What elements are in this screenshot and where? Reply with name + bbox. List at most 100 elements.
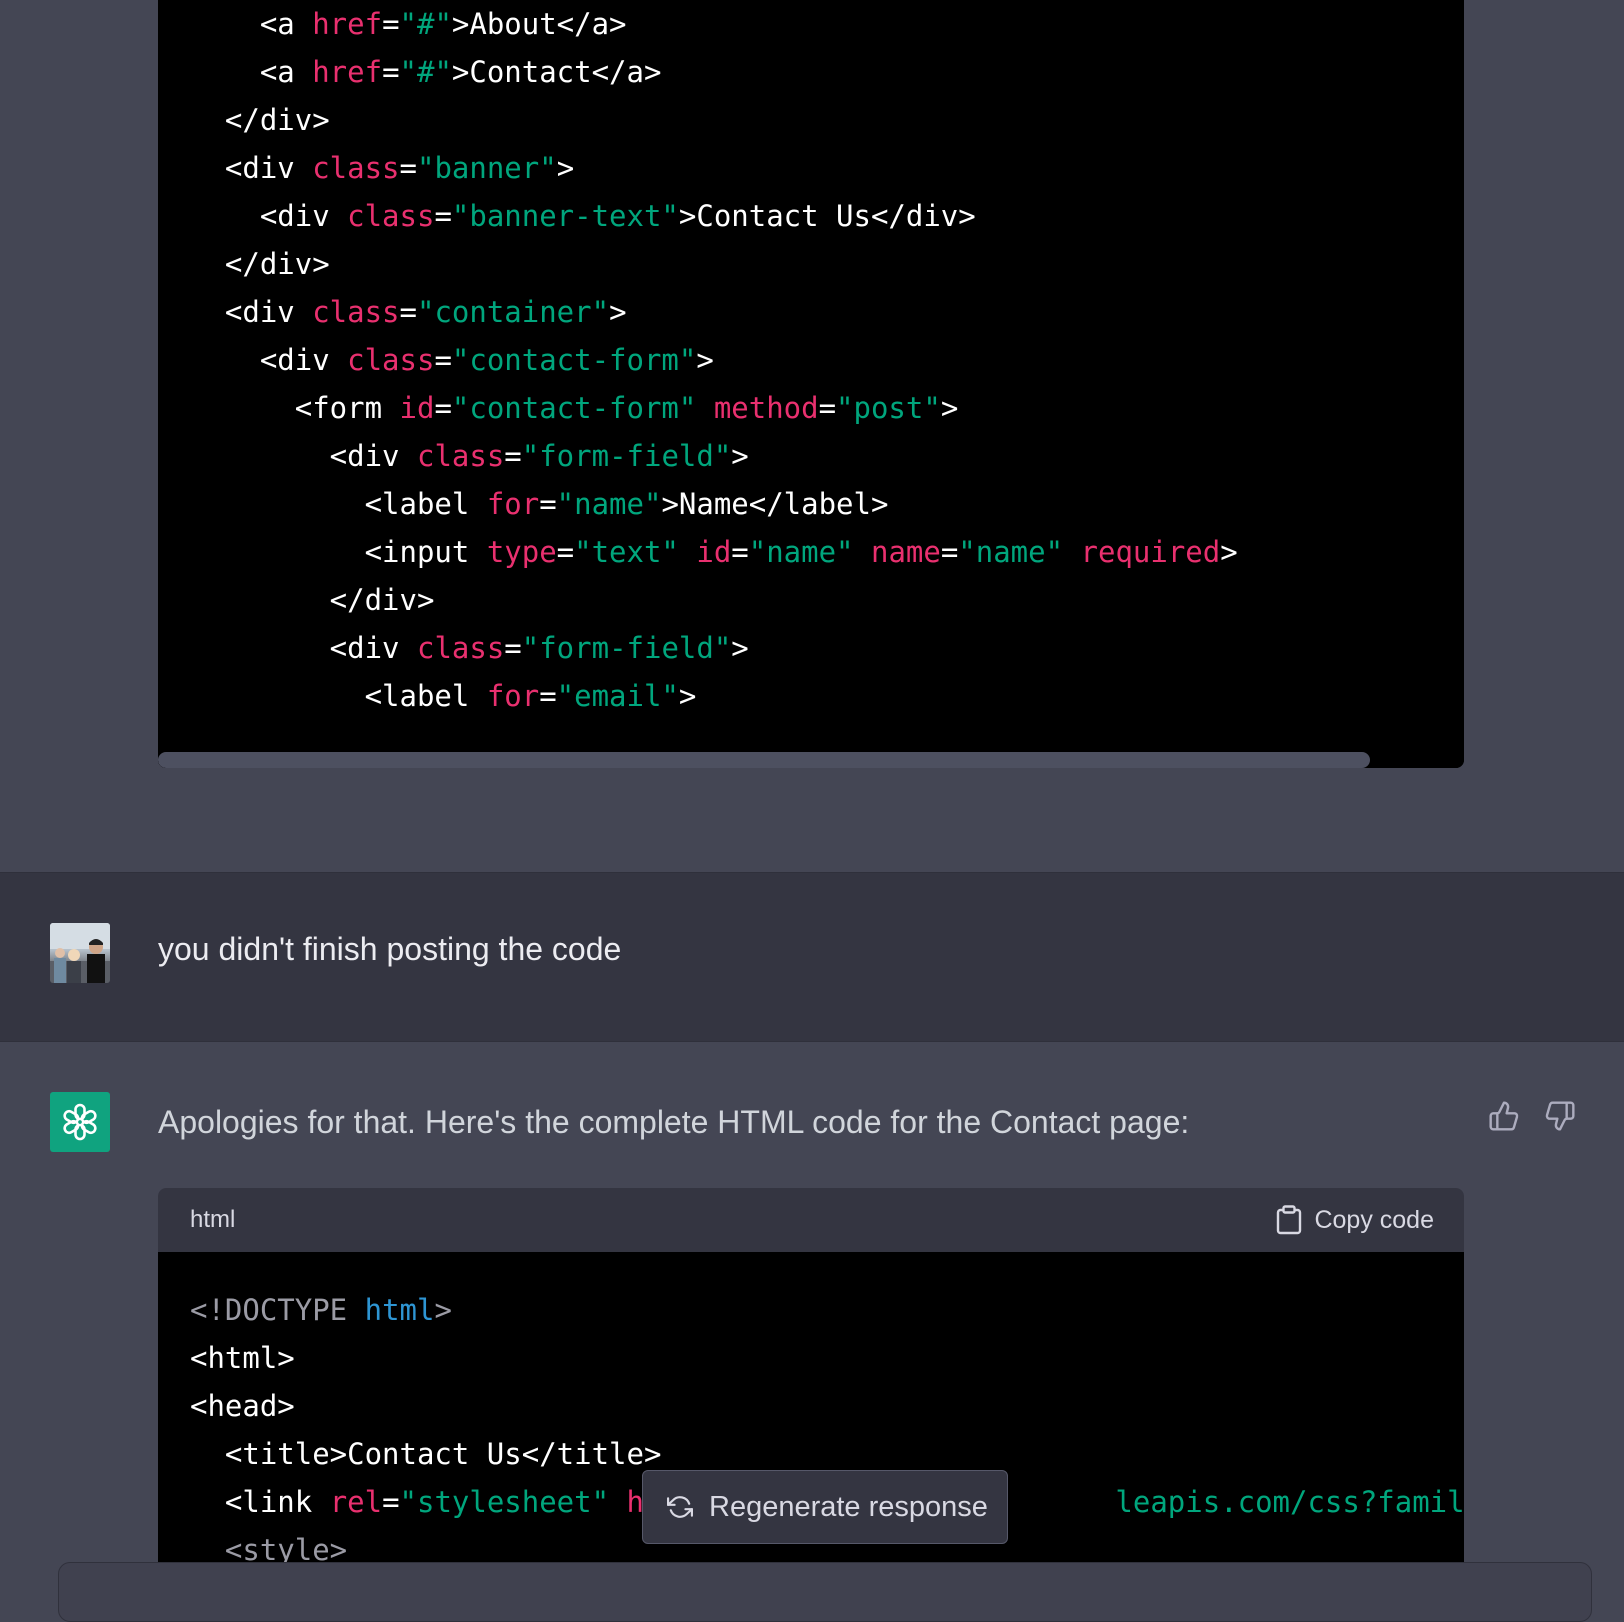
code-line: <a href="#">About</a> <box>190 4 627 44</box>
code-token: <title>Contact Us</title> <box>190 1437 662 1471</box>
code-token: "email" <box>556 679 679 713</box>
code-token: <div <box>190 631 417 665</box>
code-token: = <box>539 487 557 521</box>
code-token: </div> <box>190 247 330 281</box>
code-token: >Contact Us</div> <box>678 199 976 233</box>
code-token: > <box>731 631 749 665</box>
code-token: = <box>731 535 749 569</box>
code-line: <div class="banner-text">Contact Us</div… <box>190 196 976 236</box>
code-token: = <box>399 295 417 329</box>
thumbs-down-button[interactable] <box>1542 1098 1578 1134</box>
code-token: "name" <box>748 535 854 569</box>
code-token: <input <box>190 535 487 569</box>
code-token: <div <box>190 199 348 233</box>
code-token: = <box>556 535 575 569</box>
code-line: <label for="name">Name</label> <box>190 484 889 524</box>
message-input[interactable] <box>58 1562 1592 1622</box>
code-token: rel <box>329 1485 383 1519</box>
code-line: <div class="contact-form"> <box>190 340 714 380</box>
code-token: html <box>364 1293 435 1327</box>
code-token: "form-field" <box>521 439 732 473</box>
assistant-message-text: Apologies for that. Here's the complete … <box>158 1104 1190 1140</box>
code-line: <label for="email"> <box>190 676 697 716</box>
regenerate-response-button[interactable]: Regenerate response <box>642 1470 1008 1544</box>
code-token: = <box>504 631 522 665</box>
horizontal-scrollbar[interactable] <box>158 752 1370 768</box>
code-token: = <box>504 439 522 473</box>
code-block-header: html Copy code <box>158 1188 1464 1252</box>
code-token: > <box>609 295 627 329</box>
code-token: <!DOCTYPE <box>190 1293 365 1327</box>
code-token: = <box>539 679 557 713</box>
code-token: <label <box>190 487 487 521</box>
code-line: </div> <box>190 580 435 620</box>
code-token: class <box>416 631 505 665</box>
code-line: <html> <box>190 1338 295 1378</box>
code-block-previous: <a href="#">About</a> <a href="#">Contac… <box>158 0 1464 768</box>
code-token: > <box>434 1293 452 1327</box>
code-token: "container" <box>417 295 610 329</box>
code-token: name <box>870 535 941 569</box>
code-line: <div class="banner"> <box>190 148 574 188</box>
thumbs-up-button[interactable] <box>1486 1098 1522 1134</box>
code-token: class <box>347 199 435 233</box>
code-token: <div <box>190 439 417 473</box>
code-line: <title>Contact Us</title> <box>190 1434 662 1474</box>
code-token: "post" <box>836 391 941 425</box>
code-token: <a <box>190 55 313 89</box>
code-token: "#" <box>399 55 452 89</box>
code-token: = <box>434 391 452 425</box>
code-token: >Contact</a> <box>451 55 662 89</box>
code-token: </div> <box>190 103 330 137</box>
assistant-message-previous: <a href="#">About</a> <a href="#">Contac… <box>0 0 1624 872</box>
copy-code-button[interactable]: Copy code <box>1276 1202 1434 1238</box>
code-token: "name" <box>958 535 1064 569</box>
code-token: > <box>940 391 959 425</box>
code-token: "text" <box>574 535 679 569</box>
code-token: "banner" <box>417 151 557 185</box>
code-token: = <box>382 1485 400 1519</box>
code-token: > <box>1220 535 1238 569</box>
user-message-text: you didn't finish posting the code <box>158 931 622 967</box>
code-token: "contact-form" <box>451 391 697 425</box>
code-token: > <box>678 679 697 713</box>
code-token: = <box>940 535 959 569</box>
code-token: = <box>382 7 400 41</box>
code-token: class <box>347 343 435 377</box>
code-token: "contact-form" <box>451 343 697 377</box>
code-token: = <box>434 343 452 377</box>
code-token: > <box>731 439 749 473</box>
user-avatar <box>50 923 110 983</box>
code-token: class <box>312 295 400 329</box>
code-token: class <box>312 151 400 185</box>
code-token: <form <box>190 391 400 425</box>
refresh-icon <box>667 1496 693 1518</box>
code-token: "name" <box>556 487 662 521</box>
copy-code-label: Copy code <box>1314 1205 1434 1234</box>
code-token: <div <box>190 343 348 377</box>
code-token: <label <box>190 679 487 713</box>
code-token: required <box>1080 535 1221 569</box>
code-line: </div> <box>190 244 330 284</box>
code-language-label: html <box>190 1206 236 1233</box>
thumbs-up-icon <box>1489 1101 1519 1131</box>
code-token: </div> <box>190 583 435 617</box>
code-line: <div class="form-field"> <box>190 436 749 476</box>
code-line: <!DOCTYPE html> <box>190 1290 452 1330</box>
code-token: >Name</label> <box>661 487 889 521</box>
code-token: <link <box>190 1485 330 1519</box>
regenerate-response-label: Regenerate response <box>709 1490 988 1523</box>
assistant-avatar <box>50 1092 110 1152</box>
code-line: <div class="form-field"> <box>190 628 749 668</box>
code-token: = <box>434 199 452 233</box>
clipboard-icon <box>1277 1205 1302 1235</box>
code-line: <form id="contact-form" method="post"> <box>190 388 959 428</box>
code-line: </div> <box>190 100 330 140</box>
code-line: <div class="container"> <box>190 292 627 332</box>
code-token: id <box>399 391 435 425</box>
openai-logo-icon <box>63 1103 97 1141</box>
